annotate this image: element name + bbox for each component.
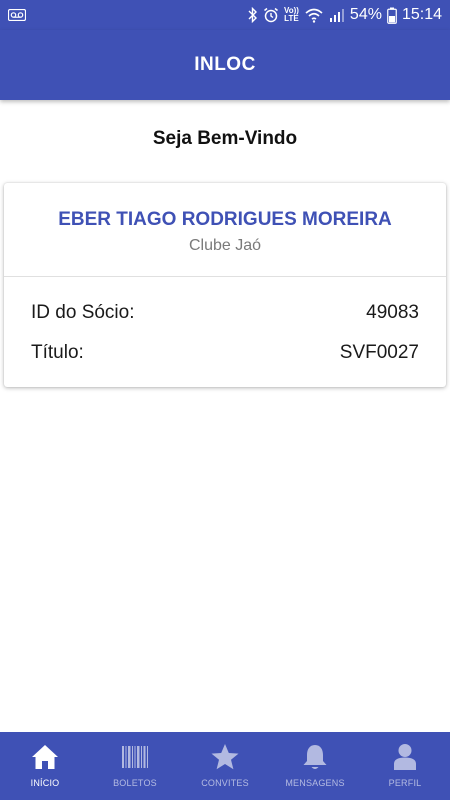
- bluetooth-icon: [248, 7, 257, 23]
- status-bar: Vo)) LTE 54% 15:14: [0, 0, 450, 30]
- title-value: SVF0027: [339, 342, 419, 363]
- nav-label-inicio: INÍCIO: [30, 778, 60, 788]
- battery-percentage: 54%: [349, 6, 382, 23]
- app-title: INLOC: [194, 54, 256, 75]
- status-left: [8, 9, 26, 21]
- nav-label-mensagens: MENSAGENS: [285, 778, 345, 788]
- alarm-icon: [263, 7, 278, 23]
- title-row: Título: SVF0027: [31, 342, 419, 364]
- nav-label-perfil: PERFIL: [388, 778, 422, 788]
- wifi-icon: [305, 8, 323, 23]
- member-id-label: ID do Sócio:: [31, 302, 135, 323]
- club-name: Clube Jaó: [188, 237, 262, 254]
- status-right: Vo)) LTE 54% 15:14: [248, 6, 442, 24]
- barcode-icon: [122, 746, 148, 768]
- member-name: EBER TIAGO RODRIGUES MOREIRA: [58, 209, 392, 230]
- battery-icon: [387, 7, 397, 24]
- nav-label-boletos: BOLETOS: [113, 778, 157, 788]
- star-icon: [211, 744, 239, 770]
- nav-item-convites[interactable]: CONVITES: [180, 732, 270, 800]
- bell-icon: [303, 745, 327, 769]
- home-icon: [32, 745, 58, 769]
- bottom-navigation: INÍCIO BOLETOS CONVITES MENSAGENS PERFIL: [0, 732, 450, 800]
- status-clock: 15:14: [401, 6, 442, 23]
- person-icon: [394, 744, 416, 770]
- volte-line-2: LTE: [284, 14, 299, 23]
- nav-label-convites: CONVITES: [201, 778, 249, 788]
- member-id-row: ID do Sócio: 49083: [31, 302, 419, 324]
- member-id-value: 49083: [366, 302, 419, 323]
- voicemail-icon: [8, 9, 26, 21]
- app-screen: Vo)) LTE 54% 15:14 INLOC Seja Bem-Vindo …: [0, 0, 450, 800]
- signal-icon: [329, 9, 344, 22]
- card-divider: [4, 276, 446, 277]
- nav-item-boletos[interactable]: BOLETOS: [90, 732, 180, 800]
- nav-item-mensagens[interactable]: MENSAGENS: [270, 732, 360, 800]
- nav-item-perfil[interactable]: PERFIL: [360, 732, 450, 800]
- member-card: EBER TIAGO RODRIGUES MOREIRA Clube Jaó I…: [4, 183, 446, 387]
- welcome-heading: Seja Bem-Vindo: [152, 128, 298, 149]
- app-bar: INLOC: [0, 30, 450, 100]
- title-label: Título:: [31, 342, 84, 363]
- nav-item-inicio[interactable]: INÍCIO: [0, 732, 90, 800]
- volte-icon: Vo)) LTE: [284, 7, 299, 23]
